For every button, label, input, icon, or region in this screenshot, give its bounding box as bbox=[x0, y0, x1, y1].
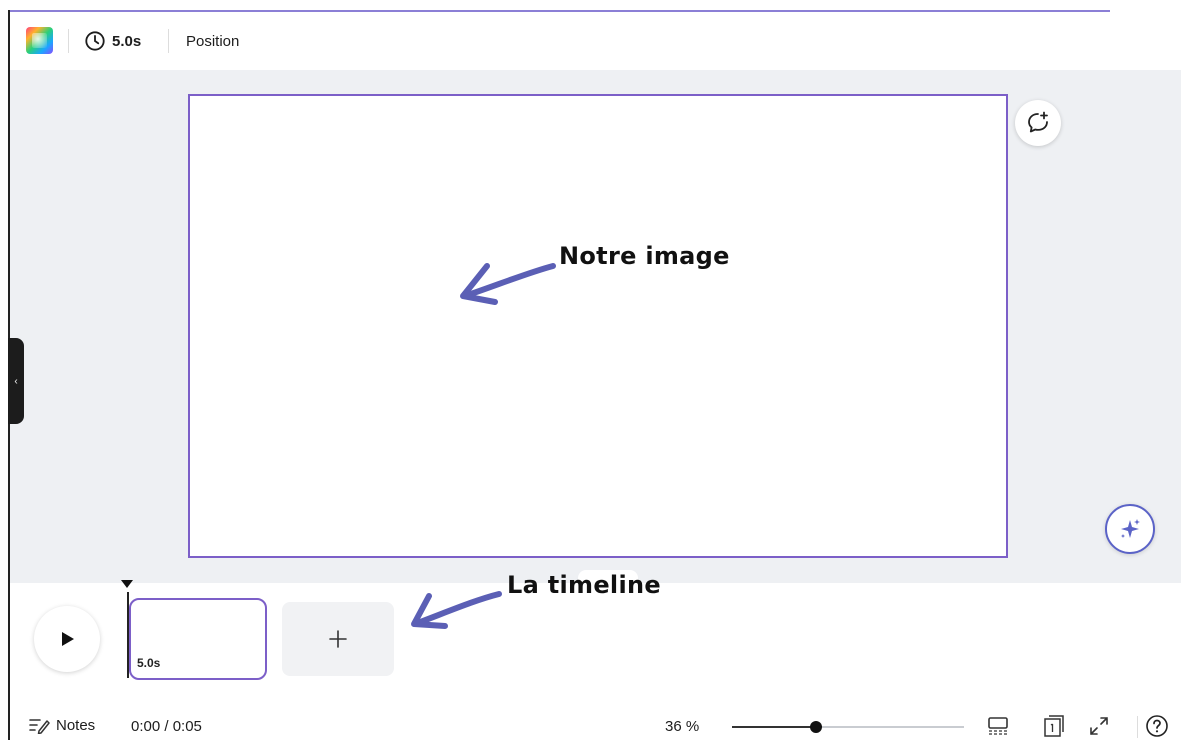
page-view-button[interactable] bbox=[985, 713, 1011, 739]
magic-assistant-button[interactable] bbox=[1105, 504, 1155, 554]
zoom-slider[interactable] bbox=[732, 721, 964, 733]
help-button[interactable] bbox=[1144, 713, 1170, 739]
zoom-percent[interactable]: 36 % bbox=[665, 718, 699, 735]
duration-button[interactable]: 5.0s bbox=[84, 26, 141, 56]
fullscreen-icon bbox=[1090, 717, 1108, 735]
notes-button[interactable]: Notes bbox=[28, 716, 95, 734]
clip-duration-label: 5.0s bbox=[137, 656, 161, 670]
comment-add-icon bbox=[1028, 111, 1048, 133]
add-comment-button[interactable] bbox=[1015, 100, 1061, 146]
color-picker-button[interactable] bbox=[26, 27, 53, 54]
add-clip-button[interactable] bbox=[282, 602, 394, 676]
collapse-panel-button[interactable]: ‹ bbox=[8, 338, 24, 424]
top-toolbar: 5.0s Position bbox=[10, 12, 1181, 70]
footer-divider bbox=[1137, 716, 1138, 738]
annotation-image-label: Notre image bbox=[559, 242, 730, 270]
playhead-marker-icon bbox=[121, 580, 133, 588]
timeline-clip[interactable]: 5.0s bbox=[129, 598, 267, 680]
zoom-slider-thumb[interactable] bbox=[809, 721, 822, 733]
annotation-arrow-timeline bbox=[411, 591, 502, 629]
bottom-bar: Notes 0:00 / 0:05 36 % bbox=[10, 704, 1181, 740]
page-count-icon bbox=[1044, 715, 1064, 737]
time-readout: 0:00 / 0:05 bbox=[131, 718, 202, 735]
editor-window: 5.0s Position ‹ Notre image 5.0s La time… bbox=[0, 0, 1181, 740]
page-count-button[interactable] bbox=[1041, 713, 1067, 739]
fullscreen-button[interactable] bbox=[1086, 713, 1112, 739]
page-view-icon bbox=[988, 717, 1008, 735]
position-button[interactable]: Position bbox=[186, 26, 239, 56]
duration-label: 5.0s bbox=[112, 32, 142, 50]
zoom-slider-fill bbox=[732, 726, 816, 728]
play-icon bbox=[62, 632, 74, 646]
help-icon bbox=[1146, 715, 1168, 737]
annotation-timeline-label: La timeline bbox=[507, 571, 661, 599]
annotation-arrow-image bbox=[460, 263, 556, 305]
playhead-line[interactable] bbox=[127, 592, 129, 678]
sparkle-icon bbox=[1121, 519, 1140, 538]
notes-label: Notes bbox=[56, 716, 96, 734]
toolbar-divider bbox=[68, 29, 69, 53]
toolbar-divider bbox=[168, 29, 169, 53]
clock-icon bbox=[85, 31, 105, 51]
chevron-left-icon: ‹ bbox=[14, 375, 18, 387]
play-button[interactable] bbox=[34, 606, 100, 672]
artboard[interactable] bbox=[188, 94, 1008, 558]
notes-icon bbox=[29, 719, 50, 734]
plus-icon bbox=[329, 630, 347, 648]
